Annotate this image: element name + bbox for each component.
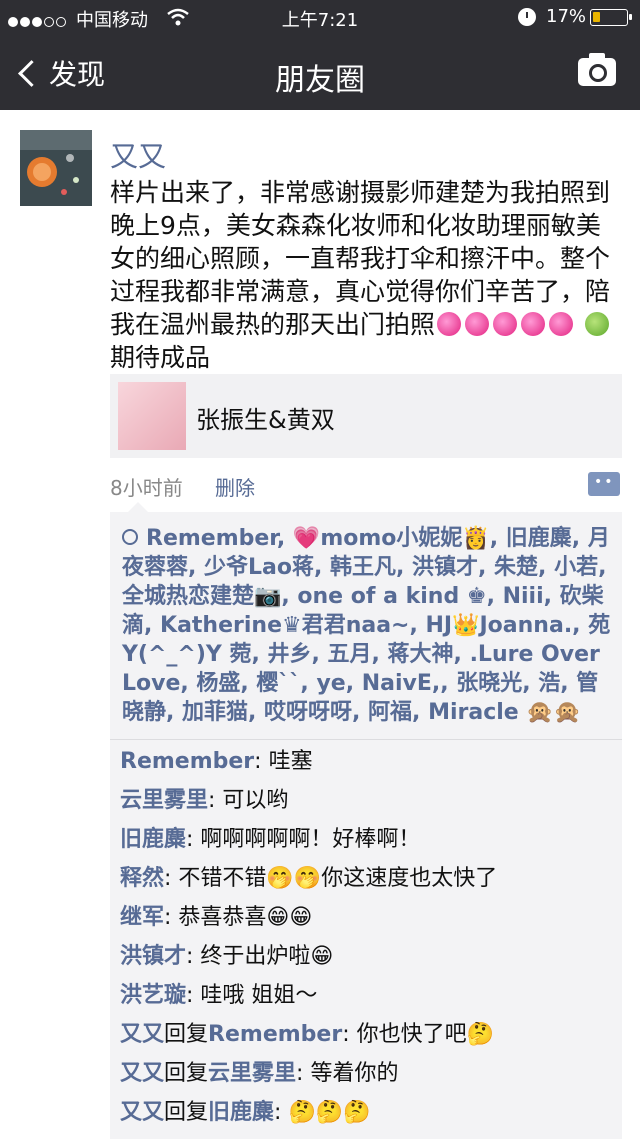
comment-item[interactable]: 又又回复旧鹿麋: 🤔🤔🤔 bbox=[120, 1093, 620, 1132]
comment-text: 🤔🤔🤔 bbox=[288, 1100, 371, 1125]
comment-text: 等着你的 bbox=[310, 1061, 399, 1086]
comment-author[interactable]: Remember bbox=[120, 749, 254, 774]
comment-item[interactable]: 释然: 不错不错🤭🤭你这速度也太快了 bbox=[120, 859, 620, 898]
avatar[interactable] bbox=[20, 130, 92, 206]
battery-percent: 17% bbox=[546, 6, 587, 27]
comment-icon[interactable] bbox=[588, 472, 620, 496]
comment-author[interactable]: 洪镇才 bbox=[120, 944, 186, 969]
comment-item[interactable]: 洪镇才: 终于出炉啦😁 bbox=[120, 937, 620, 976]
comment-author[interactable]: 又又 bbox=[120, 1061, 164, 1086]
post-content: 样片出来了，非常感谢摄影师建楚为我拍照到晚上9点，美女森森化妆师和化妆助理丽敏美… bbox=[110, 176, 625, 374]
post-author[interactable]: 又又 bbox=[110, 135, 166, 175]
comment-item[interactable]: 云里雾里: 可以哟 bbox=[120, 781, 620, 820]
delete-button[interactable]: 删除 bbox=[215, 472, 255, 501]
alarm-icon bbox=[518, 8, 536, 26]
reply-word: 回复 bbox=[164, 1022, 209, 1047]
heart-icon bbox=[493, 312, 518, 336]
reply-target[interactable]: 旧鹿麋 bbox=[208, 1100, 274, 1125]
comment-text: 不错不错🤭🤭你这速度也太快了 bbox=[178, 866, 498, 891]
comment-item[interactable]: 旧鹿麋: 啊啊啊啊啊！好棒啊！ bbox=[120, 820, 620, 859]
post-text-end: 期待成品 bbox=[110, 343, 211, 372]
comment-item[interactable]: 又又回复云里雾里: 等着你的 bbox=[120, 1054, 620, 1093]
comment-author[interactable]: 继军 bbox=[120, 905, 164, 930]
top-bar: 中国移动 上午7:21 17% 发现 朋友圈 bbox=[0, 0, 640, 110]
heart-icon bbox=[465, 312, 490, 336]
reply-word: 回复 bbox=[164, 1100, 209, 1125]
avatar-image bbox=[20, 130, 92, 206]
comment-author[interactable]: 又又 bbox=[120, 1100, 164, 1125]
heart-icon bbox=[521, 312, 546, 336]
page-title: 朋友圈 bbox=[275, 63, 365, 98]
comment-text: 啊啊啊啊啊！好棒啊！ bbox=[200, 827, 421, 852]
heart-outline-icon bbox=[122, 529, 138, 545]
battery-icon bbox=[590, 9, 632, 26]
comments-list: Remember: 哇塞 云里雾里: 可以哟 旧鹿麋: 啊啊啊啊啊！好棒啊！ 释… bbox=[120, 742, 620, 1132]
comment-text: 哇塞 bbox=[268, 749, 313, 774]
comment-text: 恭喜恭喜😁😁 bbox=[178, 905, 313, 930]
status-bar: 中国移动 上午7:21 17% bbox=[0, 0, 640, 36]
frog-icon bbox=[584, 312, 609, 336]
comment-text: 可以哟 bbox=[222, 788, 289, 813]
comment-author[interactable]: 释然 bbox=[120, 866, 164, 891]
comment-author[interactable]: 洪艺璇 bbox=[120, 983, 186, 1008]
comment-item[interactable]: 洪艺璇: 哇哦 姐姐～ bbox=[120, 976, 620, 1015]
comment-text: 你也快了吧🤔 bbox=[356, 1022, 494, 1047]
reply-word: 回复 bbox=[164, 1061, 209, 1086]
comment-item[interactable]: Remember: 哇塞 bbox=[120, 742, 620, 781]
comment-author[interactable]: 云里雾里 bbox=[120, 788, 208, 813]
interaction-panel: Remember, 💗momo小妮妮👸, 旧鹿麋, 月夜蓉蓉, 少爷Lao蒋, … bbox=[110, 502, 622, 1139]
camera-icon[interactable] bbox=[578, 53, 616, 86]
heart-icon bbox=[437, 312, 462, 336]
likes-names[interactable]: Remember, 💗momo小妮妮👸, 旧鹿麋, 月夜蓉蓉, 少爷Lao蒋, … bbox=[122, 526, 610, 725]
likes-list: Remember, 💗momo小妮妮👸, 旧鹿麋, 月夜蓉蓉, 少爷Lao蒋, … bbox=[122, 524, 614, 727]
post-time: 8小时前 bbox=[110, 476, 183, 500]
shared-link-title: 张振生&黄双 bbox=[196, 406, 335, 434]
comment-item[interactable]: 继军: 恭喜恭喜😁😁 bbox=[120, 898, 620, 937]
comment-author[interactable]: 又又 bbox=[120, 1022, 164, 1047]
reply-target[interactable]: Remember bbox=[208, 1022, 342, 1047]
comment-text: 终于出炉啦😁 bbox=[200, 944, 334, 969]
shared-link-thumbnail bbox=[118, 382, 186, 450]
comment-item[interactable]: 又又回复Remember: 你也快了吧🤔 bbox=[120, 1015, 620, 1054]
shared-link-card[interactable]: 张振生&黄双 bbox=[110, 374, 622, 458]
comment-author[interactable]: 旧鹿麋 bbox=[120, 827, 186, 852]
heart-icon bbox=[549, 312, 574, 336]
comment-text: 哇哦 姐姐～ bbox=[200, 983, 318, 1008]
divider bbox=[110, 739, 622, 740]
reply-target[interactable]: 云里雾里 bbox=[208, 1061, 296, 1086]
status-time: 上午7:21 bbox=[281, 10, 359, 31]
